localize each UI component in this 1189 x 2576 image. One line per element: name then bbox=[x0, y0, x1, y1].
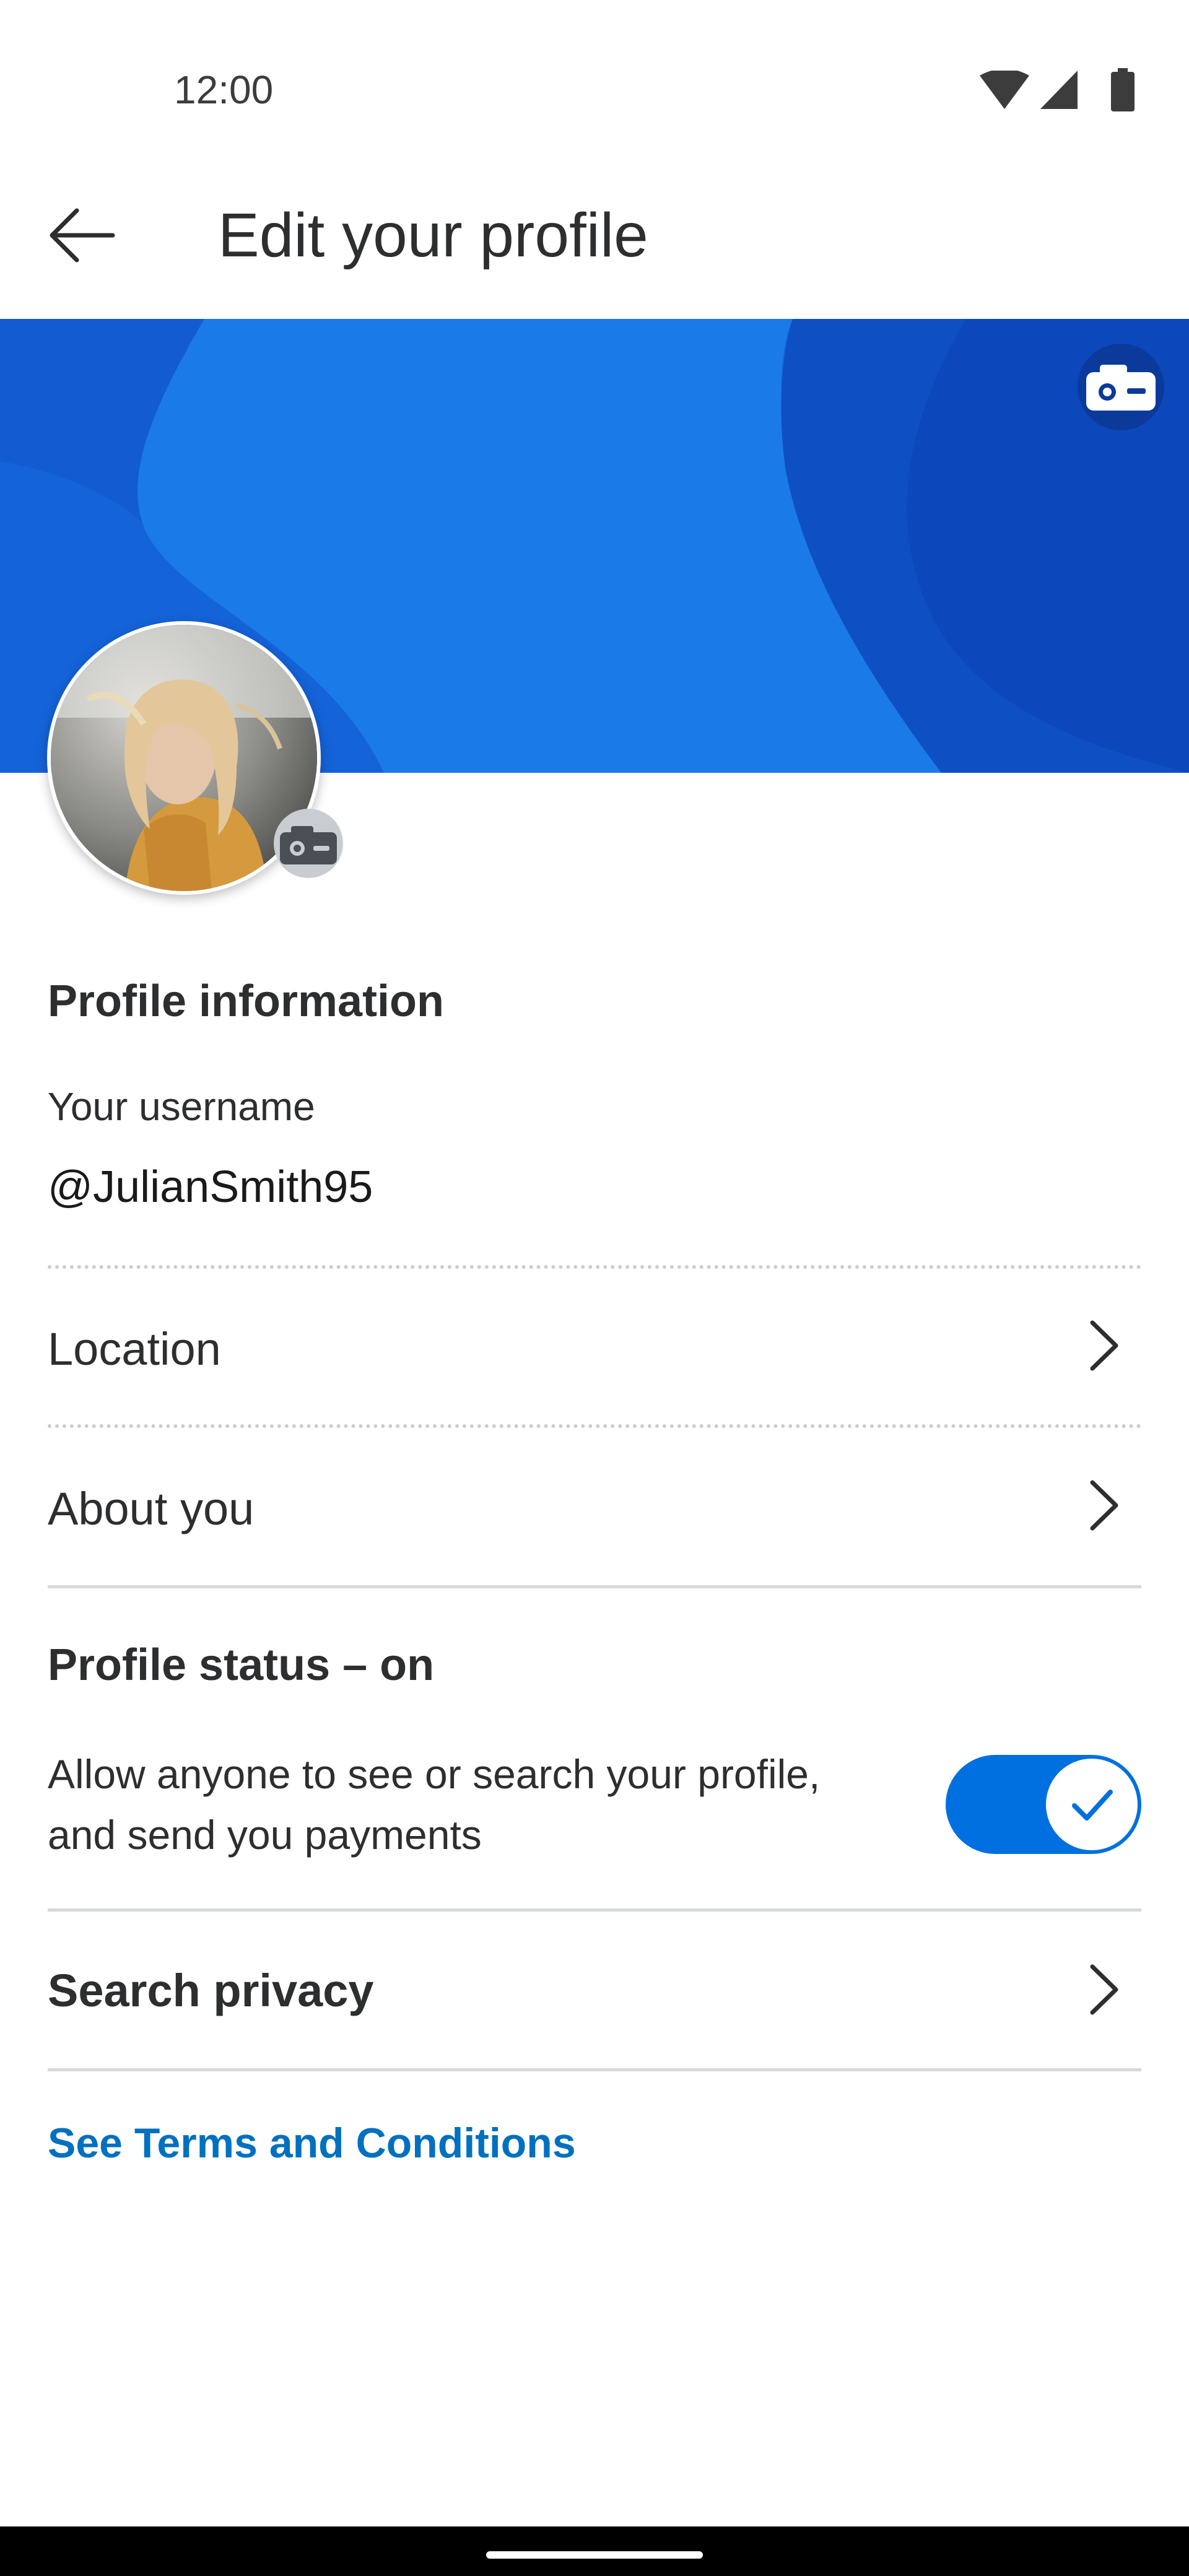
toggle-knob bbox=[1046, 1759, 1138, 1850]
change-cover-button[interactable] bbox=[1078, 344, 1164, 430]
section-divider bbox=[48, 1585, 1141, 1588]
battery-icon bbox=[1111, 68, 1135, 111]
about-you-label: About you bbox=[48, 1483, 255, 1534]
location-row[interactable]: Location bbox=[0, 1268, 1189, 1424]
profile-status-description-line-2: and send you payments bbox=[48, 1812, 482, 1858]
page-title: Edit your profile bbox=[218, 201, 648, 270]
location-label: Location bbox=[48, 1323, 221, 1375]
search-privacy-label: Search privacy bbox=[48, 1965, 374, 2016]
chevron-right-icon bbox=[1090, 1320, 1118, 1371]
section-divider bbox=[48, 2068, 1141, 2071]
arrow-left-icon bbox=[50, 208, 115, 263]
signal-icon bbox=[1040, 71, 1078, 109]
camera-icon bbox=[280, 826, 337, 864]
back-button[interactable] bbox=[38, 198, 125, 272]
wifi-icon bbox=[980, 71, 1029, 109]
profile-status-description: Allow anyone to see or search your profi… bbox=[48, 1744, 915, 1865]
checkmark-icon bbox=[1072, 1790, 1113, 1821]
app-bar: Edit your profile bbox=[0, 155, 1189, 319]
section-divider bbox=[48, 1908, 1141, 1912]
profile-status-description-line-1: Allow anyone to see or search your profi… bbox=[48, 1751, 821, 1797]
profile-status-heading: Profile status – on bbox=[48, 1640, 435, 1690]
username-value: @JulianSmith95 bbox=[48, 1162, 373, 1212]
chevron-right-icon bbox=[1090, 1964, 1118, 2015]
change-photo-button[interactable] bbox=[274, 809, 343, 878]
profile-status-toggle[interactable] bbox=[946, 1755, 1141, 1854]
camera-icon bbox=[1086, 365, 1156, 411]
about-you-row[interactable]: About you bbox=[0, 1428, 1189, 1584]
terms-and-conditions-link[interactable]: See Terms and Conditions bbox=[48, 2119, 576, 2167]
edit-profile-screen: 12:00 Edit your profile Profile informat… bbox=[0, 0, 1189, 2576]
status-time: 12:00 bbox=[174, 67, 274, 112]
home-gesture-handle[interactable] bbox=[486, 2551, 703, 2559]
system-navigation-bar bbox=[0, 2526, 1189, 2576]
status-bar: 12:00 bbox=[0, 0, 1189, 155]
username-label: Your username bbox=[48, 1084, 315, 1129]
chevron-right-icon bbox=[1090, 1480, 1118, 1531]
profile-information-heading: Profile information bbox=[48, 977, 445, 1026]
search-privacy-row[interactable]: Search privacy bbox=[0, 1912, 1189, 2068]
